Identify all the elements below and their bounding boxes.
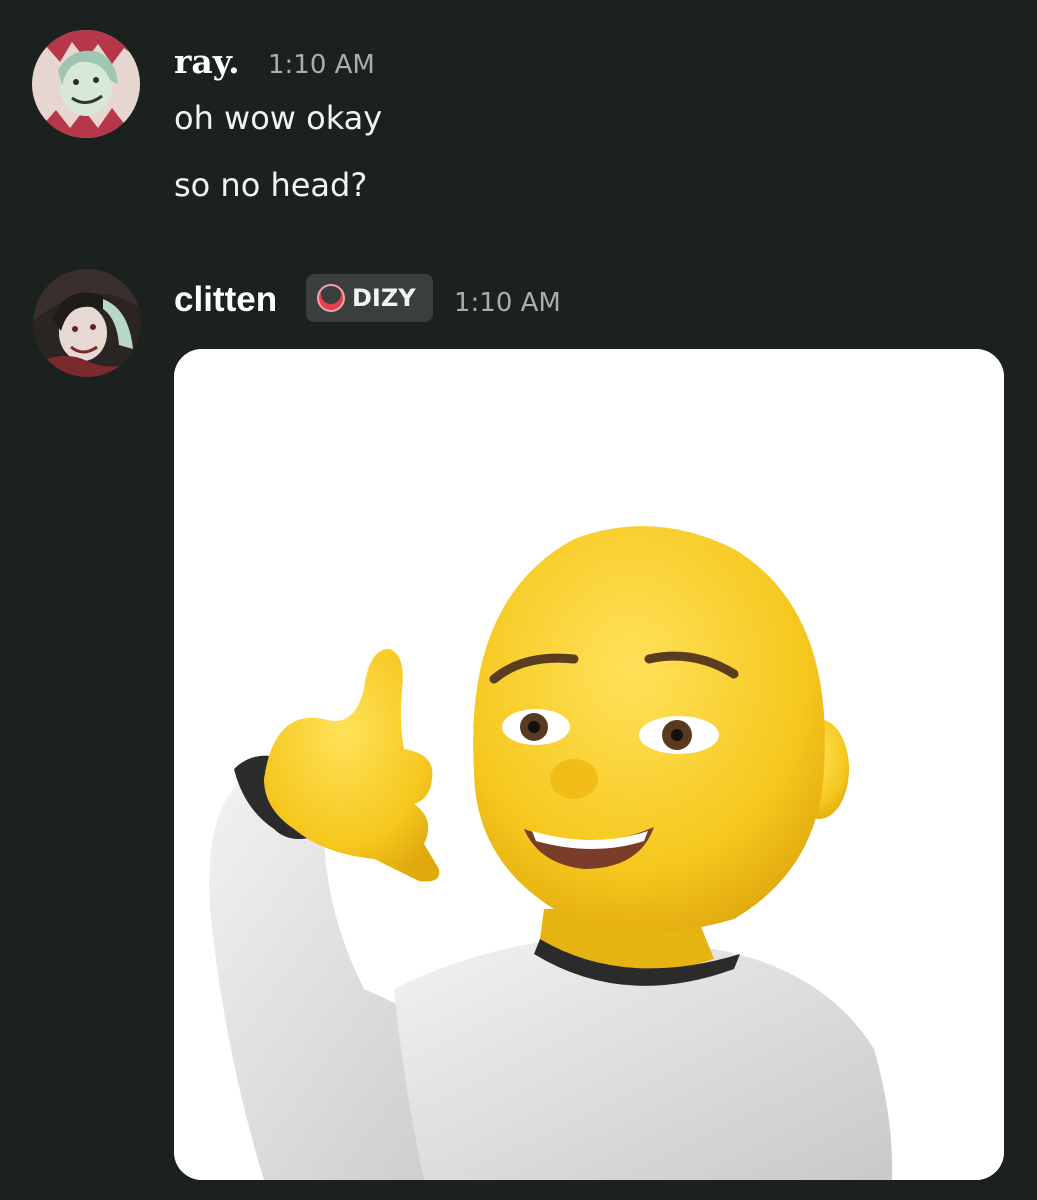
message-text: oh wow okay: [174, 99, 383, 137]
message-timestamp: 1:10 AM: [268, 50, 375, 80]
anime-avatar-icon: [32, 30, 140, 138]
user-avatar-ray[interactable]: [32, 30, 140, 138]
user-avatar-clitten[interactable]: [33, 269, 141, 377]
message-timestamp: 1:10 AM: [454, 288, 561, 318]
image-attachment[interactable]: [174, 349, 1004, 1180]
username-ray[interactable]: ray.: [174, 42, 240, 81]
guild-tag-label: DIZY: [352, 284, 416, 312]
memoji-call-me-gesture: [174, 349, 1004, 1180]
crescent-tag-icon: [317, 284, 345, 312]
username-clitten[interactable]: clitten: [174, 280, 277, 320]
guild-tag[interactable]: DIZY: [306, 274, 433, 322]
anime-avatar-icon: [33, 269, 141, 377]
message-text: so no head?: [174, 166, 368, 204]
